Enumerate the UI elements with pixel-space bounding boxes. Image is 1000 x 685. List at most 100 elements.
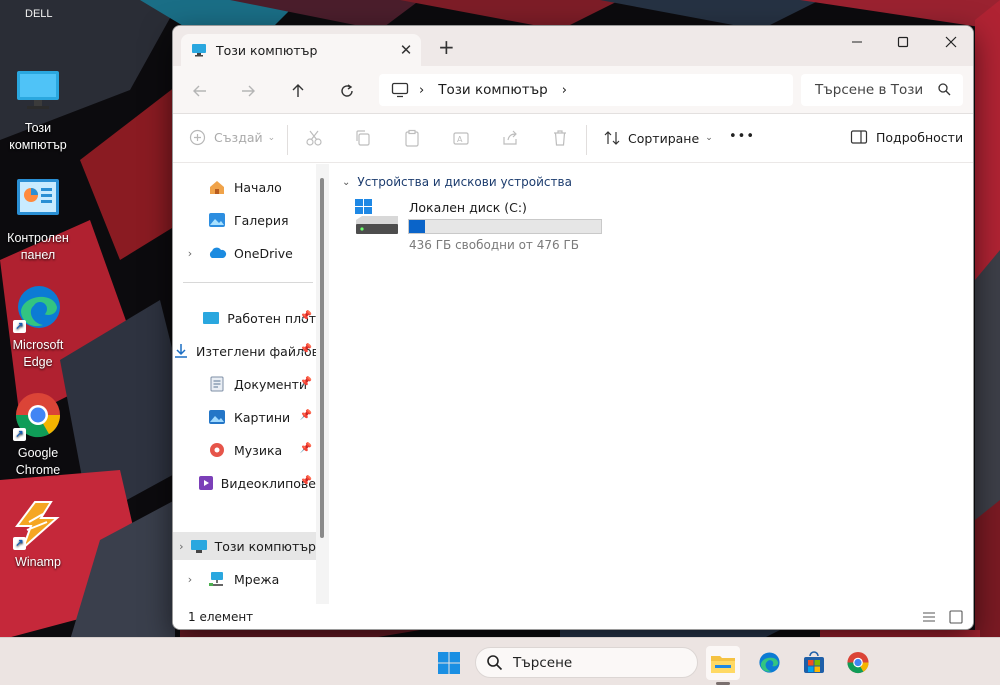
details-button[interactable]: Подробности: [850, 129, 963, 145]
nav-item-music[interactable]: Музика 📌: [173, 436, 316, 464]
shortcut-arrow-icon: ↗: [13, 428, 26, 441]
tab-this-pc[interactable]: Този компютър ✕: [181, 34, 421, 66]
group-header[interactable]: ⌄ Устройства и дискови устройства: [342, 175, 572, 189]
nav-item-pictures[interactable]: Картини 📌: [173, 403, 316, 431]
svg-text:A: A: [457, 135, 463, 144]
refresh-button[interactable]: [334, 78, 360, 104]
nav-item-home[interactable]: Начало: [173, 173, 316, 201]
store-icon: [804, 651, 824, 673]
maximize-icon: [897, 36, 909, 48]
cut-button[interactable]: [305, 129, 323, 147]
sort-button[interactable]: Сортиране ⌄: [603, 129, 713, 147]
nav-item-videos[interactable]: Видеоклипове 📌: [173, 469, 316, 497]
start-button[interactable]: [432, 646, 466, 680]
chevron-right-icon[interactable]: ›: [173, 573, 207, 586]
command-bar: Създай ⌄ A Сортиране ⌄ ••• Подробности: [173, 115, 973, 163]
edge-icon: [759, 652, 780, 673]
pin-icon: 📌: [299, 443, 312, 454]
nav-item-downloads[interactable]: Изтеглени файлове 📌: [173, 337, 316, 365]
desktop-icon-label: компютър: [9, 138, 67, 152]
address-bar[interactable]: › Този компютър ›: [379, 74, 793, 106]
taskbar-search[interactable]: Търсене: [475, 647, 698, 678]
minimize-button[interactable]: [833, 26, 881, 58]
network-icon: [207, 570, 227, 588]
taskbar-chrome[interactable]: [841, 646, 875, 680]
desktop-icon-control-panel[interactable]: Контролен панел: [0, 176, 76, 264]
documents-icon: [207, 375, 227, 393]
taskbar: Търсене: [0, 637, 1000, 685]
toolbar-divider: [586, 125, 587, 155]
desktop-icon-this-pc[interactable]: Този компютър: [0, 66, 76, 154]
trash-icon: [554, 130, 566, 146]
file-explorer-icon: [711, 656, 735, 673]
nav-scrollbar-thumb[interactable]: [320, 178, 324, 538]
tab-title: Този компютър: [216, 42, 318, 58]
taskbar-edge[interactable]: [752, 646, 786, 680]
taskbar-file-explorer[interactable]: [706, 646, 740, 680]
desktop-icon-winamp[interactable]: ↗ Winamp: [0, 500, 76, 571]
nav-item-label: Картини: [234, 409, 291, 425]
nav-item-onedrive[interactable]: › OneDrive: [173, 239, 316, 267]
breadcrumb-this-pc[interactable]: Този компютър: [438, 82, 548, 98]
edge-icon: ↗: [13, 283, 63, 333]
navigation-pane: Начало Галерия › OneDrive Работен плот 📌: [173, 164, 329, 604]
tiles-view-icon[interactable]: [949, 610, 963, 624]
title-bar: Този компютър ✕ +: [173, 26, 973, 66]
delete-button[interactable]: [551, 129, 569, 147]
maximize-button[interactable]: [879, 26, 927, 58]
up-button[interactable]: [285, 78, 311, 104]
pin-icon: 📌: [299, 344, 312, 355]
navigation-bar: › Този компютър › Търсене в Този: [173, 66, 973, 114]
group-header-label: Устройства и дискови устройства: [357, 175, 572, 189]
chevron-right-icon[interactable]: ›: [173, 247, 207, 260]
copy-button[interactable]: [354, 129, 372, 147]
details-view-icon[interactable]: [922, 611, 936, 623]
downloads-icon: [173, 342, 189, 360]
nav-item-network[interactable]: › Мрежа: [173, 565, 316, 593]
chevron-down-icon: ⌄: [267, 132, 276, 143]
rename-icon: A: [453, 132, 469, 145]
pin-icon: 📌: [299, 377, 312, 388]
desktop-icon-label: панел: [20, 248, 56, 262]
arrow-left-icon: [193, 85, 206, 97]
create-button[interactable]: Създай ⌄: [189, 129, 275, 146]
paste-button[interactable]: [403, 129, 421, 147]
share-button[interactable]: [501, 129, 519, 147]
oem-label: DELL: [25, 8, 53, 20]
new-tab-button[interactable]: +: [438, 35, 455, 59]
arrow-right-icon: [242, 85, 255, 97]
monitor-icon: [391, 82, 409, 98]
close-icon: [945, 36, 957, 48]
back-button[interactable]: [187, 78, 213, 104]
close-button[interactable]: [927, 26, 973, 58]
nav-item-label: Музика: [234, 442, 283, 458]
nav-item-documents[interactable]: Документи 📌: [173, 370, 316, 398]
item-count: 1 елемент: [188, 610, 254, 624]
nav-item-desktop[interactable]: Работен плот 📌: [173, 304, 316, 332]
tab-close-icon[interactable]: ✕: [391, 41, 421, 59]
rename-button[interactable]: A: [452, 129, 470, 147]
forward-button[interactable]: [235, 78, 261, 104]
breadcrumb-chevron-icon[interactable]: ›: [419, 83, 424, 98]
scissors-icon: [306, 130, 322, 146]
breadcrumb-chevron-icon[interactable]: ›: [562, 83, 567, 98]
desktop-icon-label: Този: [24, 121, 52, 135]
search-placeholder: Търсене в Този: [815, 82, 924, 98]
taskbar-store[interactable]: [797, 646, 831, 680]
chrome-icon: [847, 651, 869, 674]
drive-item-c[interactable]: Локален диск (C:) 436 ГБ свободни от 476…: [354, 198, 634, 258]
chevron-right-icon[interactable]: ›: [173, 540, 190, 553]
nav-item-gallery[interactable]: Галерия: [173, 206, 316, 234]
share-icon: [503, 130, 517, 145]
nav-item-label: Начало: [234, 179, 282, 195]
gallery-icon: [207, 211, 227, 229]
desktop-folder-icon: [202, 309, 220, 327]
refresh-icon: [341, 84, 353, 97]
nav-item-this-pc[interactable]: › Този компютър: [173, 532, 316, 560]
arrow-up-icon: [292, 84, 304, 97]
minimize-icon: [852, 41, 862, 43]
desktop-icon-edge[interactable]: ↗ Microsoft Edge: [0, 283, 76, 371]
search-input[interactable]: Търсене в Този: [801, 74, 963, 106]
desktop-icon-chrome[interactable]: ↗ Google Chrome: [0, 391, 76, 479]
more-options-button[interactable]: •••: [729, 129, 755, 144]
